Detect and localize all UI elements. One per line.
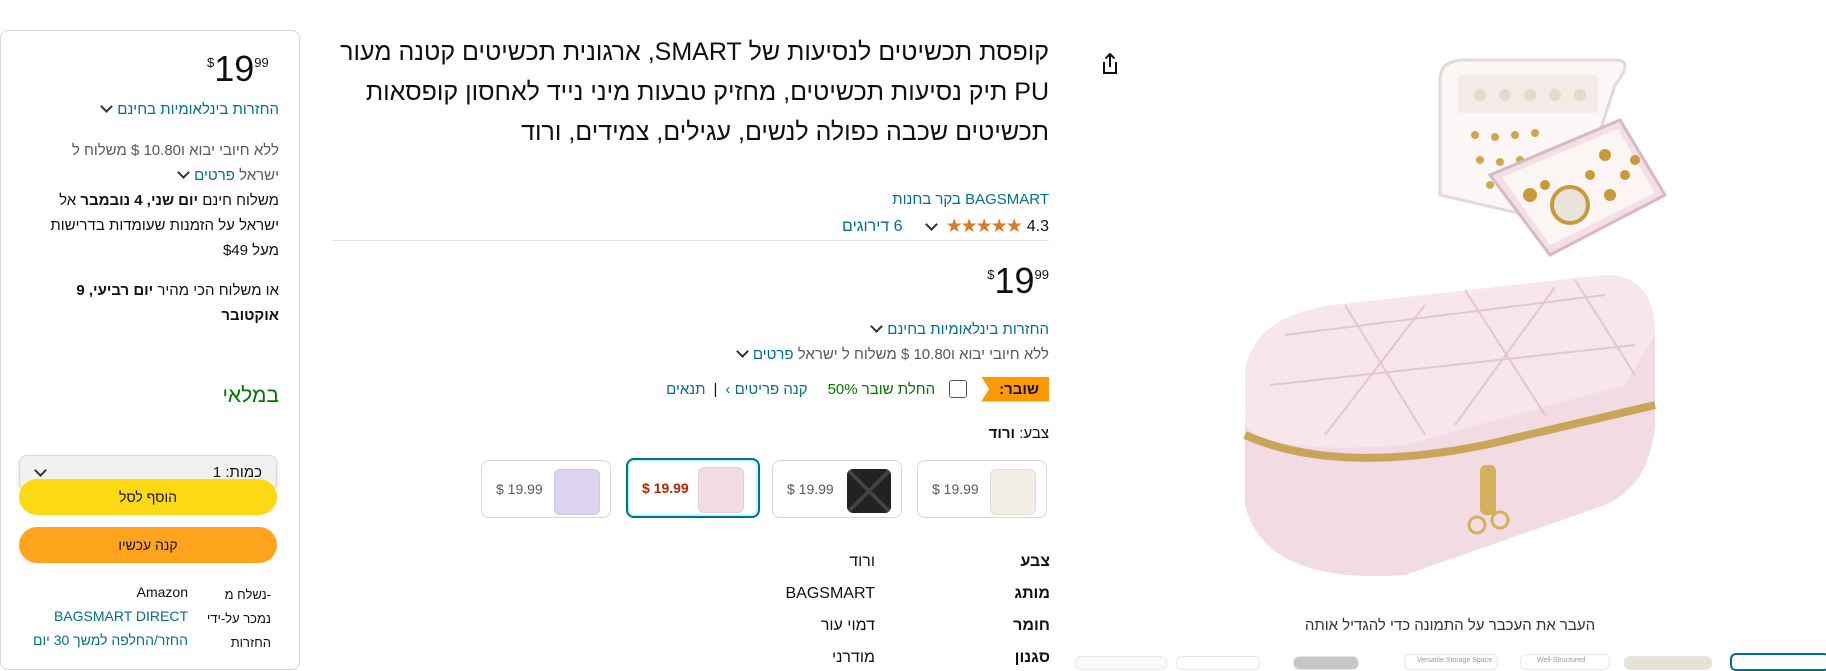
thumbnail[interactable]: Versatile Storage Space (1404, 654, 1498, 670)
color-label-row: צבע: ורוד (988, 425, 1049, 442)
share-icon[interactable] (1096, 50, 1124, 78)
coupon-checkbox[interactable] (949, 380, 968, 398)
color-swatch-pink[interactable]: $ 19.99 (626, 458, 760, 518)
details-link[interactable]: פרטים (753, 346, 794, 363)
thumbnail[interactable]: Well-Structured (1520, 654, 1610, 670)
thumbnail[interactable] (1624, 656, 1712, 670)
color-swatch-black[interactable]: $ 19.99 (772, 460, 902, 518)
product-image-open-box[interactable] (1420, 25, 1680, 270)
add-to-cart-button[interactable]: הוסף לסל (19, 479, 277, 515)
color-swatch-purple[interactable]: $ 19.99 (481, 460, 611, 518)
chevron-down-icon (34, 464, 47, 477)
product-image-closed-box[interactable] (1225, 275, 1665, 585)
selected-color: ורוד (988, 425, 1016, 442)
color-swatch-cream[interactable]: $ 19.99 (917, 460, 1047, 518)
swatch-image (990, 469, 1036, 515)
image-hover-hint: העבר את העכבר על התמונה כדי להגדיל אותה (1304, 617, 1596, 634)
chevron-down-icon (177, 166, 191, 179)
chevron-down-icon (100, 100, 114, 113)
buybox-price: $ 19 99 (207, 48, 269, 89)
buybox-returns-link[interactable]: החזרות בינלאומיות בחינם (96, 100, 279, 118)
coupon-badge: שובר: (981, 376, 1049, 402)
coupon-shop-link[interactable]: קנה פריטים › (725, 381, 807, 398)
chevron-down-icon (870, 320, 884, 333)
chevron-down-icon[interactable] (924, 218, 938, 231)
coupon-row: שובר: החלת שובר 50% קנה פריטים › | תנאים (666, 374, 1049, 404)
star-rating-icon[interactable]: ★★★★★ (946, 215, 1023, 238)
buy-now-button[interactable]: קנה עכשיו (19, 527, 277, 563)
ratings-count-link[interactable]: 6 דירוגים (842, 218, 903, 236)
store-link[interactable]: בקר בחנות BAGSMART (892, 191, 1049, 208)
import-info: ללא חיובי יבוא ו10.80 $ משלוח ל ישראל פר… (732, 345, 1049, 363)
thumbnail[interactable] (1075, 656, 1167, 670)
thumbnail[interactable] (1176, 656, 1260, 670)
coupon-text: החלת שובר 50% (827, 380, 936, 398)
buybox-fastest-delivery: או משלוח הכי מהיר יום רביעי, 9 אוקטובר (76, 282, 279, 324)
chevron-down-icon (735, 345, 749, 358)
rating-row: 4.3 ★★★★★ 6 דירוגים (842, 215, 1049, 238)
stock-status: במלאי (222, 384, 279, 407)
seller-link[interactable]: BAGSMART DIRECT (54, 608, 188, 624)
buybox-import-info: ללא חיובי יבוא ו10.80 $ משלוח ל ישראל פר… (71, 142, 279, 184)
buy-box: $ 19 99 החזרות בינלאומיות בחינם ללא חיוב… (0, 30, 300, 670)
divider (332, 240, 1049, 241)
returns-link[interactable]: החזרות בינלאומיות בחינם (866, 320, 1049, 338)
coupon-terms-link[interactable]: תנאים (666, 381, 705, 398)
swatch-image (554, 469, 600, 515)
buybox-details-link[interactable]: פרטים (194, 167, 235, 184)
product-title: קופסת תכשיטים לנסיעות של SMART, ארגונית … (340, 38, 1049, 146)
swatch-image (698, 467, 744, 513)
returns-policy-link[interactable]: החזר/החלפה למשך 30 יום (33, 632, 188, 648)
product-price: $ 19 99 (987, 260, 1049, 301)
thumbnail-selected[interactable] (1730, 653, 1826, 671)
thumbnail[interactable] (1293, 656, 1359, 670)
buybox-delivery: משלוח חינם יום שני, 4 נובמבר אל ישראל על… (50, 192, 279, 259)
swatch-image (847, 469, 891, 513)
